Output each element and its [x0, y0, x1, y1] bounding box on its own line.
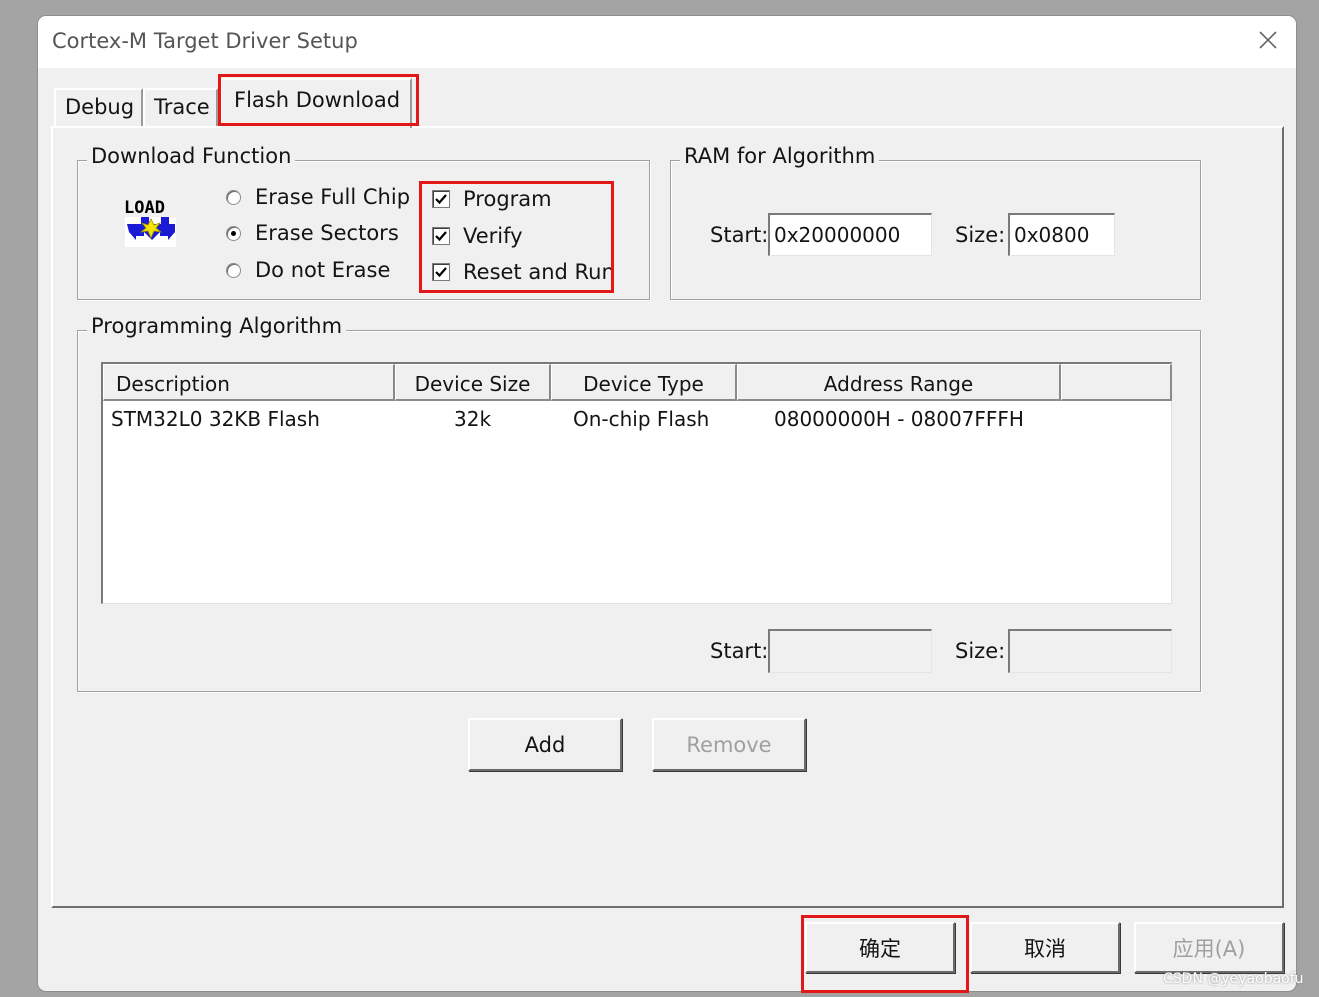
column-description[interactable]: Description: [103, 364, 395, 401]
load-icon-text: LOAD: [124, 198, 165, 218]
ram-start-input[interactable]: [768, 213, 932, 256]
radio-do-not-erase-indicator[interactable]: [226, 262, 241, 278]
checkbox-verify[interactable]: Verify: [432, 224, 523, 248]
watermark: CSDN @yeyaobaofu: [1163, 971, 1304, 987]
ram-size-input[interactable]: [1008, 213, 1115, 256]
column-address-range[interactable]: Address Range: [737, 364, 1061, 401]
tab-trace[interactable]: Trace: [143, 88, 218, 126]
check-icon: [435, 194, 447, 205]
algorithm-start-input[interactable]: [768, 629, 932, 673]
download-function-legend: Download Function: [87, 144, 296, 168]
row-description: STM32L0 32KB Flash: [111, 407, 320, 431]
checkbox-program-box[interactable]: [432, 190, 450, 208]
apply-button[interactable]: 应用(A): [1134, 922, 1284, 973]
checkbox-reset-and-run-label: Reset and Run: [463, 260, 615, 284]
algorithm-list-header: Description Device Size Device Type Addr…: [103, 364, 1172, 401]
column-filler: [1061, 364, 1172, 401]
radio-erase-sectors-indicator[interactable]: [226, 225, 241, 241]
radio-erase-sectors[interactable]: Erase Sectors: [226, 221, 399, 245]
check-icon: [435, 267, 447, 278]
checkbox-verify-label: Verify: [463, 224, 523, 248]
ram-size-label: Size:: [955, 223, 1006, 247]
ram-start-label: Start:: [710, 223, 769, 247]
column-device-type[interactable]: Device Type: [551, 364, 737, 401]
checkbox-reset-and-run[interactable]: Reset and Run: [432, 260, 615, 284]
algorithm-size-label: Size:: [955, 639, 1006, 663]
checkbox-verify-box[interactable]: [432, 227, 450, 245]
ram-for-algorithm-legend: RAM for Algorithm: [680, 144, 880, 168]
row-device-type: On-chip Flash: [573, 407, 710, 431]
radio-erase-full-chip[interactable]: Erase Full Chip: [226, 185, 410, 209]
checkbox-program[interactable]: Program: [432, 187, 552, 211]
remove-button[interactable]: Remove: [652, 718, 806, 771]
checkbox-reset-and-run-box[interactable]: [432, 263, 450, 281]
load-icon: LOAD: [123, 194, 181, 252]
row-device-size: 32k: [454, 407, 492, 431]
radio-erase-sectors-label: Erase Sectors: [255, 221, 399, 245]
row-address-range: 08000000H - 08007FFFH: [774, 407, 1024, 431]
programming-algorithm-legend: Programming Algorithm: [87, 314, 347, 338]
cancel-button[interactable]: 取消: [970, 922, 1120, 973]
ok-button[interactable]: 确定: [805, 922, 955, 973]
algorithm-size-input[interactable]: [1008, 629, 1172, 673]
radio-erase-full-chip-label: Erase Full Chip: [255, 185, 411, 209]
add-button[interactable]: Add: [468, 718, 622, 771]
tab-debug[interactable]: Debug: [54, 88, 143, 126]
dialog-window: Cortex-M Target Driver Setup Debug Trace…: [38, 16, 1296, 991]
column-device-size[interactable]: Device Size: [395, 364, 551, 401]
check-icon: [435, 231, 447, 242]
checkbox-program-label: Program: [463, 187, 552, 211]
close-icon[interactable]: [1256, 28, 1280, 52]
title-bar: Cortex-M Target Driver Setup: [38, 16, 1296, 68]
radio-do-not-erase[interactable]: Do not Erase: [226, 258, 390, 282]
tab-flash-download[interactable]: Flash Download: [220, 78, 412, 128]
algorithm-start-label: Start:: [710, 639, 769, 663]
window-title: Cortex-M Target Driver Setup: [52, 29, 358, 53]
radio-do-not-erase-label: Do not Erase: [255, 258, 391, 282]
radio-erase-full-chip-indicator[interactable]: [226, 189, 241, 205]
algorithm-list[interactable]: Description Device Size Device Type Addr…: [101, 362, 1172, 604]
